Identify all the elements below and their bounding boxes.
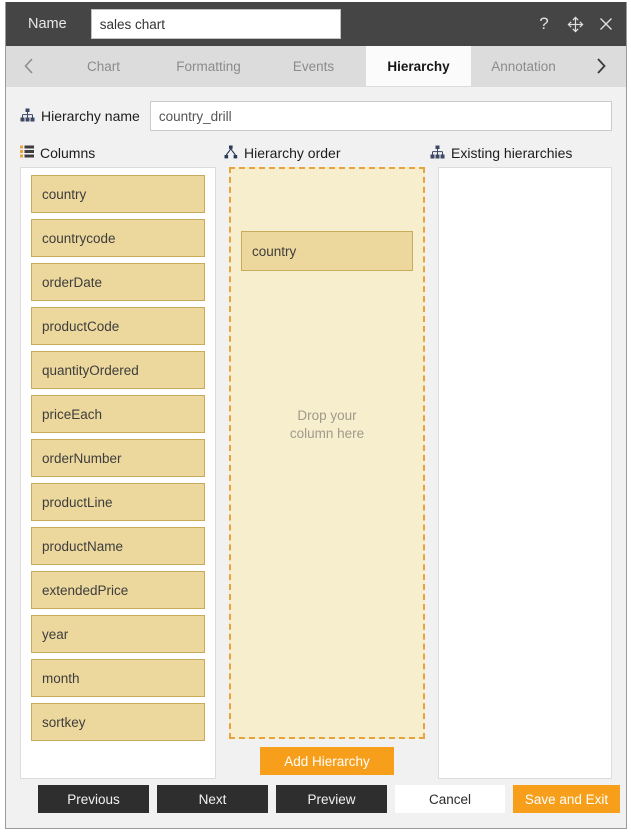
column-chip[interactable]: sortkey xyxy=(31,703,205,741)
hierarchy-order-column: country Drop your column here Add Hierar… xyxy=(224,167,430,783)
dialog-footer: Previous Next Preview Cancel Save and Ex… xyxy=(6,770,626,828)
hierarchy-name-label-text: Hierarchy name xyxy=(41,108,140,124)
column-chip[interactable]: quantityOrdered xyxy=(31,351,205,389)
tab-label: Hierarchy xyxy=(387,59,449,74)
chart-name-input[interactable] xyxy=(91,9,341,39)
name-label: Name xyxy=(28,16,67,32)
tab-label: Annotation xyxy=(491,59,556,74)
tab-hierarchy[interactable]: Hierarchy xyxy=(366,46,471,86)
columns-section-header: Columns xyxy=(20,143,224,163)
column-chip[interactable]: orderNumber xyxy=(31,439,205,477)
titlebar-actions: ? xyxy=(534,2,616,46)
column-chip[interactable]: productName xyxy=(31,527,205,565)
tab-label: Events xyxy=(293,59,334,74)
hierarchy-name-input[interactable] xyxy=(150,101,612,131)
dropzone-placeholder-line1: Drop your xyxy=(231,407,423,425)
svg-text:?: ? xyxy=(539,15,548,33)
question-mark-icon[interactable]: ? xyxy=(534,13,554,35)
column-chip[interactable]: priceEach xyxy=(31,395,205,433)
next-button[interactable]: Next xyxy=(157,785,268,813)
columns-section-label: Columns xyxy=(40,145,95,161)
move-arrows-icon[interactable] xyxy=(565,13,585,35)
tab-events[interactable]: Events xyxy=(261,46,366,86)
column-chip[interactable]: month xyxy=(31,659,205,697)
chevron-left-icon[interactable] xyxy=(6,46,51,86)
existing-hierarchies-section-label: Existing hierarchies xyxy=(451,145,572,161)
column-chip[interactable]: year xyxy=(31,615,205,653)
hierarchy-tab-panel: Hierarchy name Columns xyxy=(6,87,626,828)
hierarchy-name-label: Hierarchy name xyxy=(20,108,140,125)
close-icon[interactable] xyxy=(596,13,616,35)
dropzone-placeholder-line2: column here xyxy=(231,425,423,443)
hierarchy-order-dropzone[interactable]: country Drop your column here xyxy=(229,167,425,739)
dialog-titlebar: Name ? xyxy=(6,2,626,46)
chart-properties-dialog: Name ? xyxy=(5,2,627,829)
sitemap-icon xyxy=(430,145,445,162)
sitemap-icon xyxy=(20,108,35,125)
save-and-exit-button[interactable]: Save and Exit xyxy=(513,785,620,813)
columns-list-panel[interactable]: country countrycode orderDate productCod… xyxy=(20,167,216,779)
hierarchy-panels: country countrycode orderDate productCod… xyxy=(6,163,626,783)
hierarchy-name-row: Hierarchy name xyxy=(6,87,626,133)
previous-button[interactable]: Previous xyxy=(38,785,149,813)
column-chip[interactable]: orderDate xyxy=(31,263,205,301)
tab-strip: Chart Formatting Events Hierarchy Annota… xyxy=(6,46,626,87)
tab-formatting[interactable]: Formatting xyxy=(156,46,261,86)
chevron-right-icon[interactable] xyxy=(576,46,626,86)
tab-label: Chart xyxy=(87,59,120,74)
column-chip[interactable]: extendedPrice xyxy=(31,571,205,609)
dropzone-placeholder: Drop your column here xyxy=(231,407,423,443)
existing-hierarchies-panel[interactable] xyxy=(438,167,612,779)
tab-label: Formatting xyxy=(176,59,241,74)
hierarchy-order-chip[interactable]: country xyxy=(241,231,413,271)
hierarchy-order-section-label: Hierarchy order xyxy=(244,145,340,161)
column-chip[interactable]: productCode xyxy=(31,307,205,345)
existing-hierarchies-section-header: Existing hierarchies xyxy=(430,143,612,163)
hierarchy-node-icon xyxy=(224,145,238,162)
list-icon xyxy=(20,145,34,161)
section-headers: Columns Hierarchy order xyxy=(6,133,626,163)
tab-annotation[interactable]: Annotation xyxy=(471,46,576,86)
hierarchy-order-section-header: Hierarchy order xyxy=(224,143,430,163)
tab-chart[interactable]: Chart xyxy=(51,46,156,86)
column-chip[interactable]: countrycode xyxy=(31,219,205,257)
column-chip[interactable]: productLine xyxy=(31,483,205,521)
column-chip[interactable]: country xyxy=(31,175,205,213)
preview-button[interactable]: Preview xyxy=(276,785,387,813)
cancel-button[interactable]: Cancel xyxy=(395,785,505,813)
